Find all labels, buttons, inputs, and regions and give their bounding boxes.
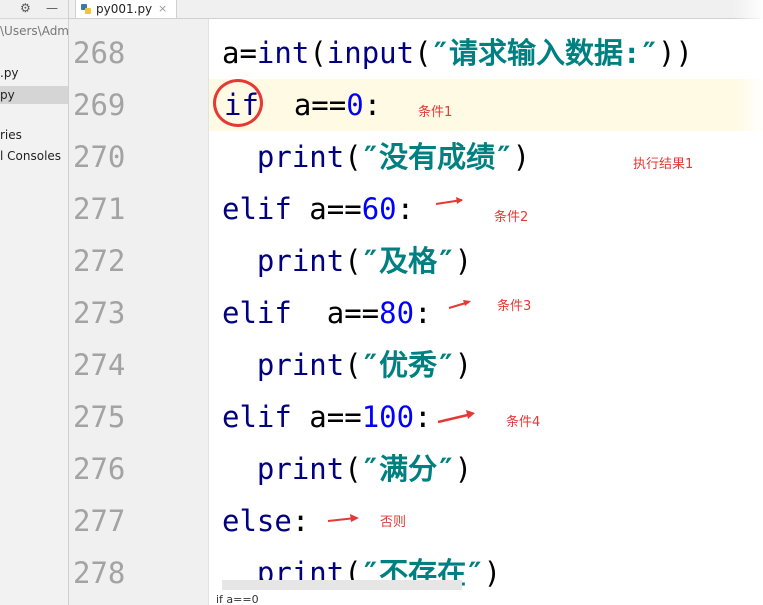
code-line-276[interactable]: print(″满分″)	[222, 443, 472, 495]
editor-tabbar: py001.py ×	[69, 0, 763, 19]
python-file-icon	[81, 4, 91, 14]
code-token: (	[344, 348, 362, 382]
code-token: print	[256, 140, 345, 174]
highlight-circle	[213, 79, 263, 127]
tab-py001[interactable]: py001.py ×	[75, 0, 177, 18]
code-token: (	[344, 452, 362, 486]
code-token: :	[414, 296, 432, 330]
tree-item-file-selected[interactable]: py	[0, 86, 68, 104]
code-token: )	[512, 140, 531, 174]
code-string: ″优秀″	[361, 348, 455, 382]
ide-window: ⚙ — \Users\Adm .py py ries l Consoles py…	[0, 0, 763, 605]
annotation-else: 否则	[380, 515, 407, 530]
code-number: 80	[379, 296, 415, 330]
arrow-icon	[327, 514, 359, 522]
code-token: print	[256, 244, 345, 278]
horizontal-scrollbar[interactable]	[222, 580, 462, 590]
code-token: :	[396, 192, 415, 226]
code-token: input	[326, 36, 415, 70]
code-number: 60	[361, 192, 397, 226]
line-number: 278	[73, 556, 126, 590]
code-token: (	[309, 36, 327, 70]
annotation-condition-1: 条件1	[418, 105, 453, 120]
code-string: ″请求输入数据:″	[431, 36, 658, 70]
code-keyword: elif	[222, 192, 292, 226]
project-path: \Users\Adm	[0, 24, 69, 38]
annotation-result-1: 执行结果1	[633, 157, 694, 172]
line-number: 274	[73, 348, 126, 382]
code-token: int	[256, 36, 310, 70]
annotation-condition-3: 条件3	[497, 299, 532, 314]
annotation-condition-2: 条件2	[494, 210, 529, 225]
code-token: a==	[291, 296, 380, 330]
code-token: :	[414, 400, 432, 434]
arrow-icon	[448, 300, 471, 309]
arrow-icon	[437, 410, 475, 424]
code-line-278[interactable]: print(″不存在″)	[222, 547, 501, 599]
code-line-274[interactable]: print(″优秀″)	[222, 339, 472, 391]
code-token: (	[344, 140, 362, 174]
code-number: 0	[346, 88, 364, 122]
code-token: )	[483, 556, 502, 590]
breadcrumb[interactable]: if a==0	[216, 593, 259, 605]
code-keyword: elif	[222, 296, 292, 330]
code-line-273[interactable]: elif a==80:	[222, 287, 432, 339]
code-token: (	[344, 244, 362, 278]
close-icon[interactable]: ×	[158, 0, 167, 18]
tree-item-file[interactable]: .py	[0, 64, 19, 82]
line-number: 275	[73, 400, 126, 434]
line-number: 273	[73, 296, 126, 330]
code-token: a==	[291, 400, 362, 434]
code-editor[interactable]: 268 269 270 271 272 273 274 275 276 277 …	[69, 19, 763, 605]
code-token: ))	[657, 36, 693, 70]
code-token: :	[291, 504, 310, 538]
arrow-icon	[435, 197, 463, 205]
code-number: 100	[361, 400, 415, 434]
code-keyword: elif	[222, 400, 292, 434]
code-keyword: else	[222, 504, 292, 538]
code-token: )	[454, 244, 473, 278]
minimize-icon[interactable]: —	[46, 0, 58, 16]
project-toolbar: ⚙ —	[0, 0, 68, 19]
code-token: )	[454, 452, 473, 486]
tree-item-libraries[interactable]: ries	[0, 126, 22, 144]
code-string: ″及格″	[361, 244, 455, 278]
code-line-268[interactable]: a=int(input(″请求输入数据:″))	[222, 27, 693, 79]
code-line-277[interactable]: else:	[222, 495, 309, 547]
line-number: 268	[73, 36, 126, 70]
code-string: ″满分″	[361, 452, 455, 486]
code-token: a==	[258, 88, 347, 122]
line-number: 271	[73, 192, 126, 226]
gear-icon[interactable]: ⚙	[20, 0, 31, 16]
code-line-270[interactable]: print(″没有成绩″)	[222, 131, 530, 183]
code-string: ″没有成绩″	[361, 140, 513, 174]
tab-label: py001.py	[96, 2, 153, 16]
line-number: 276	[73, 452, 126, 486]
line-number: 269	[73, 88, 126, 122]
code-token: a=	[222, 36, 257, 70]
annotation-condition-4: 条件4	[506, 415, 541, 430]
code-line-275[interactable]: elif a==100:	[222, 391, 432, 443]
project-panel: ⚙ — \Users\Adm .py py ries l Consoles	[0, 0, 69, 605]
code-token: (	[414, 36, 432, 70]
line-number: 270	[73, 140, 126, 174]
line-number: 277	[73, 504, 126, 538]
line-number: 272	[73, 244, 126, 278]
code-token: print	[256, 348, 345, 382]
code-line-272[interactable]: print(″及格″)	[222, 235, 472, 287]
code-line-271[interactable]: elif a==60:	[222, 183, 414, 235]
code-token: a==	[291, 192, 362, 226]
code-token: )	[454, 348, 473, 382]
code-token: print	[256, 452, 345, 486]
tree-item-consoles[interactable]: l Consoles	[0, 147, 61, 165]
code-token: :	[363, 88, 382, 122]
